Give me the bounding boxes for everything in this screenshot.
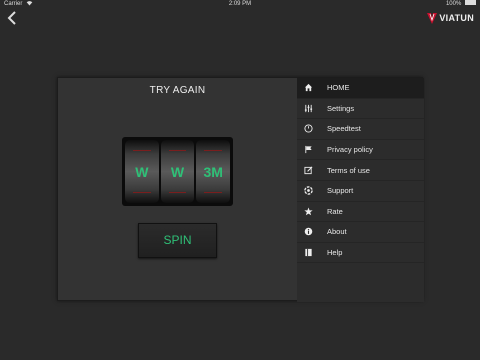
reel-3-symbol: 3M bbox=[203, 163, 223, 180]
reel-1-symbol: W bbox=[135, 163, 149, 180]
battery-percent: 100% bbox=[445, 1, 462, 7]
menu-item-label: About bbox=[327, 227, 347, 237]
menu-item-support[interactable]: Support bbox=[297, 181, 424, 202]
menu-item-rate[interactable]: Rate bbox=[297, 202, 424, 223]
menu-item-label: Support bbox=[327, 186, 354, 196]
status-bar: Carrier 2:09 PM 100% bbox=[0, 0, 480, 9]
clock-time: 2:09 PM bbox=[228, 1, 252, 7]
side-menu: HOME Settings Speedtest Privacy policy T… bbox=[297, 78, 424, 302]
reel-1: W bbox=[125, 140, 159, 203]
edit-icon bbox=[303, 165, 313, 175]
reel-2-symbol: W bbox=[170, 163, 185, 180]
slot-reels: W W 3M bbox=[122, 137, 233, 206]
menu-item-privacy-policy[interactable]: Privacy policy bbox=[297, 140, 424, 161]
reel-3: 3M bbox=[196, 140, 231, 203]
menu-item-terms-of-use[interactable]: Terms of use bbox=[297, 160, 424, 181]
flag-icon bbox=[303, 145, 313, 155]
menu-item-speedtest[interactable]: Speedtest bbox=[297, 119, 424, 140]
viatun-logo: VIATUN bbox=[427, 12, 474, 24]
book-icon bbox=[303, 248, 313, 258]
menu-item-label: Settings bbox=[327, 103, 355, 113]
slot-game-area: TRY AGAIN W W 3M SPIN bbox=[58, 78, 297, 302]
info-icon bbox=[303, 227, 313, 237]
menu-list: HOME Settings Speedtest Privacy policy T… bbox=[297, 78, 424, 264]
spin-button[interactable]: SPIN bbox=[138, 223, 217, 258]
sliders-icon bbox=[303, 103, 313, 113]
menu-item-settings[interactable]: Settings bbox=[297, 99, 424, 120]
viatun-logo-icon bbox=[427, 12, 438, 24]
menu-item-label: Speedtest bbox=[327, 124, 361, 134]
menu-item-about[interactable]: About bbox=[297, 222, 424, 243]
menu-item-label: Privacy policy bbox=[327, 145, 373, 155]
menu-item-label: Rate bbox=[327, 206, 343, 216]
battery-icon bbox=[465, 0, 476, 5]
game-result-title: TRY AGAIN bbox=[149, 85, 206, 96]
menu-item-label: Help bbox=[327, 248, 343, 258]
main-panel: TRY AGAIN W W 3M SPIN HOME Settings Spee… bbox=[57, 77, 424, 302]
chevron-left-icon bbox=[7, 11, 16, 25]
menu-item-home[interactable]: HOME bbox=[297, 78, 424, 99]
menu-item-label: Terms of use bbox=[327, 165, 370, 175]
battery-indicator: 100% bbox=[446, 0, 476, 9]
logo-text: VIATUN bbox=[439, 13, 474, 23]
reel-2: W bbox=[160, 140, 195, 203]
star-icon bbox=[303, 206, 313, 216]
menu-item-help[interactable]: Help bbox=[297, 243, 424, 264]
back-button[interactable] bbox=[7, 11, 21, 27]
menu-item-label: HOME bbox=[327, 83, 350, 93]
speedometer-icon bbox=[303, 124, 313, 134]
home-icon bbox=[303, 83, 313, 93]
lifebuoy-icon bbox=[303, 186, 313, 196]
